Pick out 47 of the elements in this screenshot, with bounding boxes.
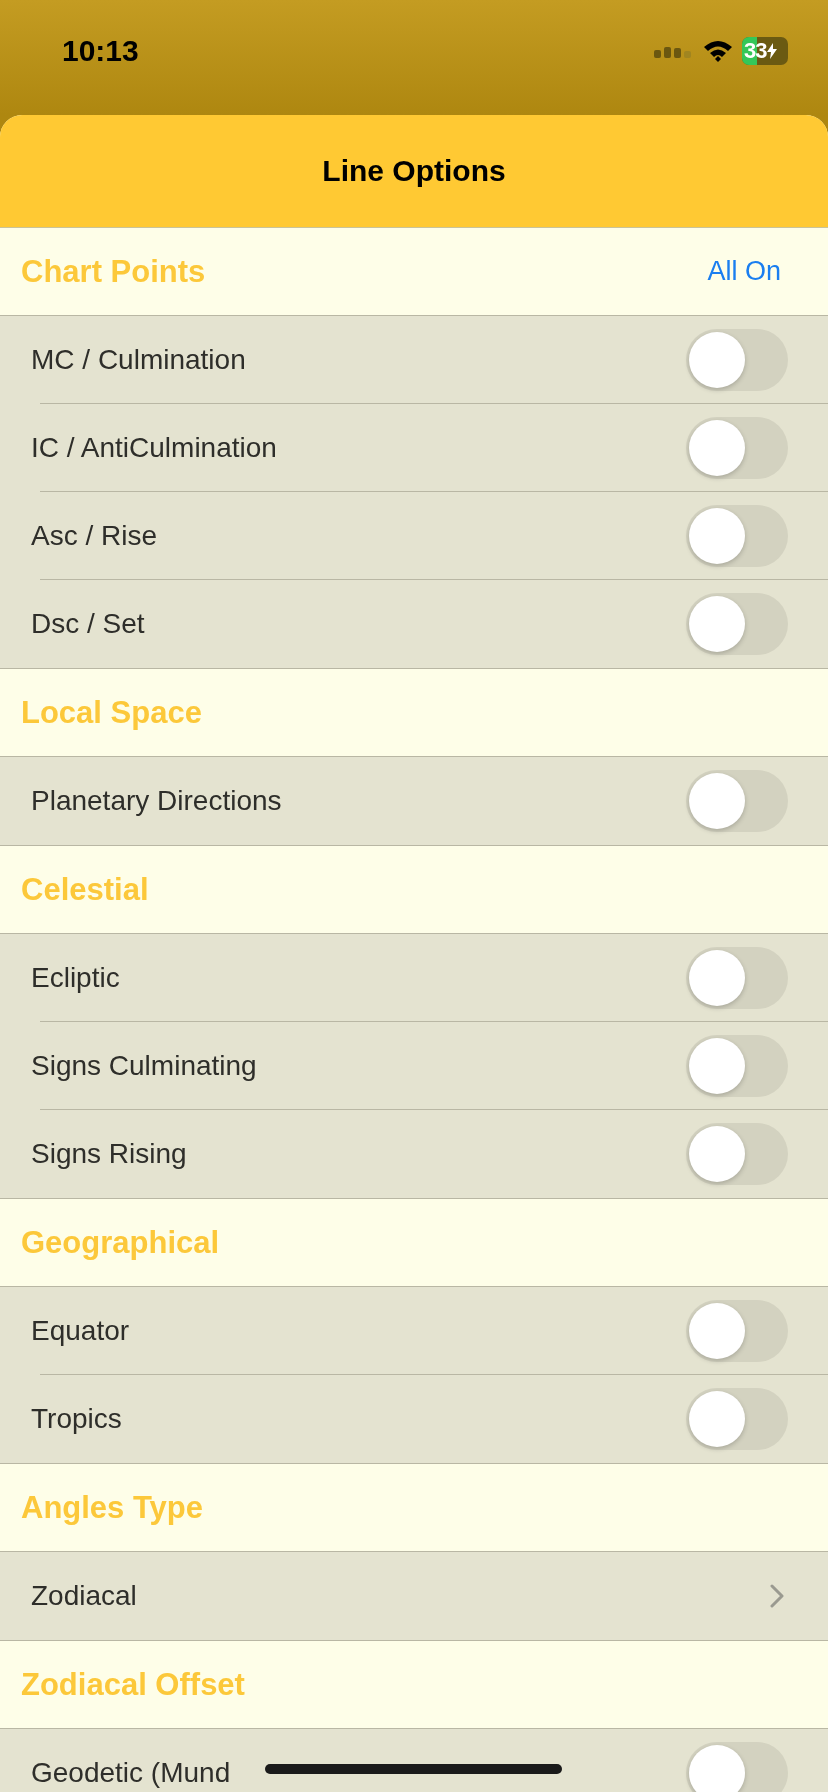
row-label: Dsc / Set: [31, 608, 145, 640]
section-title: Zodiacal Offset: [21, 1666, 245, 1703]
row-label: Signs Culminating: [31, 1050, 257, 1082]
settings-row[interactable]: Tropics: [0, 1375, 828, 1463]
sheet-title: Line Options: [322, 154, 506, 188]
settings-row[interactable]: Dsc / Set: [0, 580, 828, 668]
wifi-icon: [702, 38, 734, 63]
toggle-switch[interactable]: [686, 329, 788, 391]
section-title: Chart Points: [21, 253, 206, 290]
toggle-switch[interactable]: [686, 1300, 788, 1362]
section-title: Local Space: [21, 694, 202, 731]
toggle-switch[interactable]: [686, 1742, 788, 1792]
row-label: Signs Rising: [31, 1138, 187, 1170]
toggle-switch[interactable]: [686, 1388, 788, 1450]
clock-time: 10:13: [62, 33, 139, 68]
settings-row[interactable]: Geodetic (Mund: [0, 1729, 828, 1792]
section-title: Celestial: [21, 871, 149, 908]
settings-row[interactable]: IC / AntiCulmination: [0, 404, 828, 492]
settings-row[interactable]: Planetary Directions: [0, 757, 828, 845]
section-title: Geographical: [21, 1224, 220, 1261]
row-label: Tropics: [31, 1403, 122, 1435]
row-label: Equator: [31, 1315, 130, 1347]
settings-row[interactable]: Ecliptic: [0, 934, 828, 1022]
toggle-switch[interactable]: [686, 770, 788, 832]
chevron-icon: [770, 1584, 784, 1608]
toggle-switch[interactable]: [686, 947, 788, 1009]
toggle-switch[interactable]: [686, 1035, 788, 1097]
toggle-switch[interactable]: [686, 1123, 788, 1185]
toggle-switch[interactable]: [686, 417, 788, 479]
section-title: Angles Type: [21, 1489, 204, 1526]
settings-row[interactable]: Signs Culminating: [0, 1022, 828, 1110]
toggle-switch[interactable]: [686, 505, 788, 567]
settings-row[interactable]: Equator: [0, 1287, 828, 1375]
all-on-button[interactable]: All On: [707, 256, 781, 287]
row-label: IC / AntiCulmination: [31, 432, 277, 464]
row-label: Ecliptic: [31, 962, 120, 994]
row-label: MC / Culmination: [31, 344, 246, 376]
toggle-switch[interactable]: [686, 593, 788, 655]
battery-icon: 33: [742, 36, 788, 65]
row-label: Asc / Rise: [31, 520, 158, 552]
settings-row[interactable]: Asc / Rise: [0, 492, 828, 580]
row-label: Zodiacal: [31, 1580, 137, 1612]
settings-row[interactable]: Signs Rising: [0, 1110, 828, 1198]
settings-row[interactable]: Zodiacal: [0, 1552, 828, 1640]
settings-row[interactable]: MC / Culmination: [0, 316, 828, 404]
row-label: Planetary Directions: [31, 785, 282, 817]
row-label: Geodetic (Mund: [31, 1757, 231, 1789]
